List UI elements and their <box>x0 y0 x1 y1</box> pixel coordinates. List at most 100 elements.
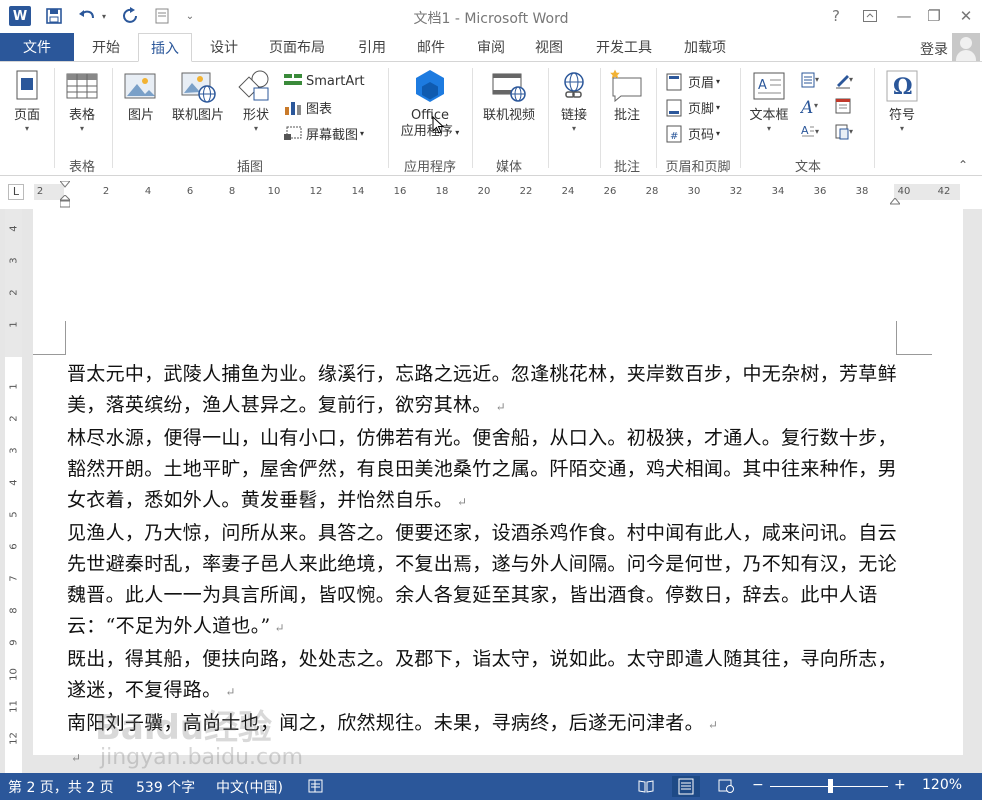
zoom-level[interactable]: 120% <box>922 777 962 793</box>
svg-text:▾: ▾ <box>815 127 819 136</box>
tab-page-layout[interactable]: 页面布局 <box>258 33 336 61</box>
svg-text:▾: ▾ <box>849 127 853 136</box>
tab-addins[interactable]: 加载项 <box>672 33 738 61</box>
tab-developer[interactable]: 开发工具 <box>584 33 664 61</box>
tab-insert[interactable]: 插入 <box>138 33 192 62</box>
picture-icon <box>123 68 159 104</box>
tab-file[interactable]: 文件 <box>0 33 74 61</box>
page-count[interactable]: 第 2 页，共 2 页 <box>8 777 114 797</box>
web-layout-icon[interactable] <box>718 779 734 793</box>
chart-button[interactable]: 图表 <box>284 96 332 118</box>
tab-view[interactable]: 视图 <box>524 33 574 61</box>
document-area: 4 3 2 1 1 2 3 4 5 6 7 8 9 10 11 12 晋太元中，… <box>0 209 982 773</box>
chevron-down-icon: ▾ <box>716 128 721 138</box>
tab-design[interactable]: 设计 <box>198 33 250 61</box>
right-indent-marker[interactable] <box>888 195 902 209</box>
group-divider <box>740 68 741 168</box>
page-number-icon: # <box>666 125 684 143</box>
group-label-header-footer: 页眉和页脚 <box>665 160 731 175</box>
paragraph[interactable]: 南阳刘子骥，高尚士也，闻之，欣然规往。未果，寻病终，后遂无问津者。 ↵ <box>67 708 907 741</box>
header-icon <box>666 73 684 91</box>
minimize-button[interactable]: — <box>890 4 918 28</box>
signature-line-icon[interactable]: ▾ <box>834 70 854 90</box>
paragraph-mark: ↵ <box>495 400 506 414</box>
status-bar: 第 2 页，共 2 页 539 个字 中文(中国) − + 120% <box>0 773 982 800</box>
chevron-down-icon: ▾ <box>766 124 771 133</box>
quick-parts-icon[interactable]: ▾ <box>800 70 820 90</box>
chevron-down-icon: ▾ <box>253 124 258 133</box>
shapes-button[interactable]: 形状 ▾ <box>236 68 276 134</box>
vertical-ruler[interactable]: 4 3 2 1 1 2 3 4 5 6 7 8 9 10 11 12 <box>5 209 22 773</box>
chevron-down-icon: ▾ <box>571 124 576 133</box>
tab-references[interactable]: 引用 <box>348 33 396 61</box>
symbol-button[interactable]: Ω 符号 ▾ <box>882 68 922 134</box>
date-time-icon[interactable] <box>834 96 854 116</box>
paragraph[interactable]: 见渔人，乃大惊，问所从来。具答之。便要还家，设酒杀鸡作食。村中闻有此人，咸来问讯… <box>67 518 907 644</box>
chevron-down-icon: ▾ <box>360 128 365 138</box>
tab-mailings[interactable]: 邮件 <box>406 33 456 61</box>
page-number-button[interactable]: # 页码 ▾ <box>666 122 720 144</box>
footer-button[interactable]: 页脚 ▾ <box>666 96 720 118</box>
group-divider <box>54 68 55 168</box>
svg-text:#: # <box>670 131 678 142</box>
collapse-ribbon-icon[interactable]: ⌃ <box>958 158 968 172</box>
svg-text:▾: ▾ <box>815 75 819 84</box>
group-label-illustrations: 插图 <box>236 160 263 175</box>
document-page[interactable]: 晋太元中，武陵人捕鱼为业。缘溪行，忘路之远近。忽逢桃花林，夹岸数百步，中无杂树，… <box>33 355 963 765</box>
paragraph-mark: ↵ <box>707 718 719 732</box>
page-button[interactable]: 页面 ▾ <box>8 68 46 134</box>
page-icon <box>9 68 45 104</box>
paragraph[interactable]: ↵ <box>67 741 907 773</box>
screenshot-button[interactable]: 屏幕截图 ▾ <box>284 122 364 144</box>
read-mode-icon[interactable] <box>638 779 654 793</box>
comment-button[interactable]: 批注 <box>606 68 648 124</box>
zoom-out-button[interactable]: − <box>752 777 764 793</box>
object-icon[interactable]: ▾ <box>834 122 854 142</box>
tab-review[interactable]: 审阅 <box>466 33 516 61</box>
online-picture-icon <box>180 68 216 104</box>
office-apps-button[interactable]: Office 应用程序 ▾ <box>394 68 466 141</box>
tab-home[interactable]: 开始 <box>80 33 132 61</box>
picture-button[interactable]: 图片 <box>122 68 160 124</box>
header-button[interactable]: 页眉 ▾ <box>666 70 720 92</box>
crop-mark <box>896 321 897 355</box>
close-button[interactable]: ✕ <box>952 4 980 28</box>
page-top-margin <box>33 209 963 355</box>
svg-text:A: A <box>801 124 809 137</box>
textbox-button[interactable]: A 文本框 ▾ <box>744 68 794 134</box>
paragraph-mark: ↵ <box>457 495 468 509</box>
links-button[interactable]: 链接 ▾ <box>554 68 594 134</box>
word-count[interactable]: 539 个字 <box>136 777 195 797</box>
table-button[interactable]: 表格 ▾ <box>62 68 102 134</box>
horizontal-ruler[interactable]: 2 2 4 6 8 10 12 14 16 18 20 22 24 26 28 … <box>34 180 960 208</box>
document-body[interactable]: 晋太元中，武陵人捕鱼为业。缘溪行，忘路之远近。忽逢桃花林，夹岸数百步，中无杂树，… <box>67 359 907 773</box>
office-store-icon <box>412 68 448 104</box>
comment-icon <box>609 68 645 104</box>
first-line-indent-marker[interactable] <box>58 178 72 192</box>
restore-button[interactable]: ❐ <box>920 4 948 28</box>
paragraph[interactable]: 既出，得其船，便扶向路，处处志之。及郡下，诣太守，说如此。太守即遣人随其往，寻向… <box>67 644 907 708</box>
drop-cap-icon[interactable]: A ▾ <box>800 122 820 142</box>
wordart-icon[interactable]: A ▾ <box>799 96 820 118</box>
paragraph[interactable]: 林尽水源，便得一山，山有小口，仿佛若有光。便舍船，从口入。初极狭，才通人。复行数… <box>67 423 907 518</box>
tab-selector[interactable]: L <box>8 184 24 200</box>
print-layout-icon[interactable] <box>672 776 700 797</box>
chevron-down-icon: ▾ <box>716 102 721 112</box>
group-label-media: 媒体 <box>495 160 522 175</box>
ribbon-display-options-icon[interactable] <box>856 4 884 28</box>
chevron-down-icon: ▾ <box>79 124 84 133</box>
help-button[interactable]: ? <box>822 4 850 28</box>
sign-in-link[interactable]: 登录 <box>920 39 948 59</box>
group-divider <box>112 68 113 168</box>
paragraph[interactable]: 晋太元中，武陵人捕鱼为业。缘溪行，忘路之远近。忽逢桃花林，夹岸数百步，中无杂树，… <box>67 359 907 423</box>
online-video-button[interactable]: 联机视频 <box>476 68 542 124</box>
group-label-text: 文本 <box>794 160 821 175</box>
smartart-button[interactable]: SmartArt <box>284 70 365 92</box>
online-picture-button[interactable]: 联机图片 <box>166 68 230 124</box>
proofing-icon[interactable] <box>308 779 324 793</box>
zoom-in-button[interactable]: + <box>894 777 906 793</box>
zoom-slider-thumb[interactable] <box>828 779 833 793</box>
svg-text:Ω: Ω <box>893 74 913 100</box>
avatar[interactable] <box>952 33 980 61</box>
language-indicator[interactable]: 中文(中国) <box>216 777 283 797</box>
